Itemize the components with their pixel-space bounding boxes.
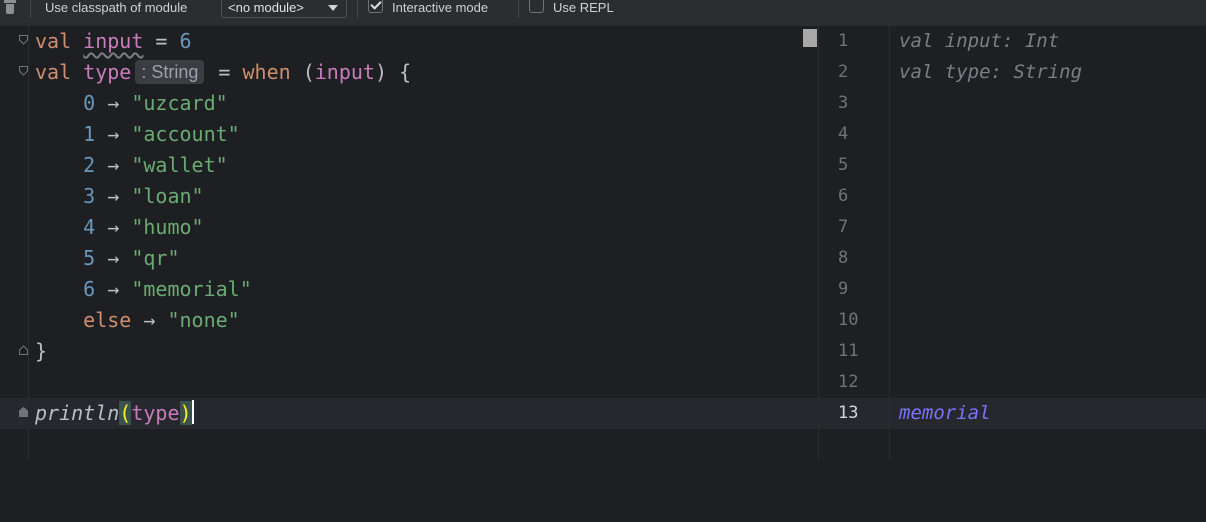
code-editor[interactable]: val input = 6 val type: String = when (i… [0,26,818,460]
classpath-label: Use classpath of module [45,0,188,15]
function-name: println [35,401,120,425]
fold-marker-icon[interactable] [19,66,28,76]
toolbar-separator [518,0,519,18]
code-line-7[interactable]: 4 → "humo" [0,212,818,243]
result-line-2: val type: String [899,61,1083,83]
bookmark-marker-icon[interactable] [19,407,28,417]
arrow: → [95,277,132,301]
fold-marker-icon[interactable] [19,345,28,355]
string-literal: "humo" [131,215,204,239]
line-number: 10 [838,310,859,330]
case-key: 5 [83,246,96,270]
variable-name: input [83,29,144,53]
module-select-value: <no module> [228,0,304,15]
paren: ) { [374,60,412,84]
line-number: 6 [838,186,849,206]
line-number: 12 [838,372,859,392]
string-literal: "qr" [131,246,180,270]
code-line-12[interactable] [0,367,818,398]
arrow: → [131,308,168,332]
operator: = [143,29,180,53]
text-caret [191,400,194,424]
closing-brace: } [35,339,48,363]
line-number: 3 [838,93,849,113]
paren: ( [119,401,132,425]
toolbar-separator [30,0,31,18]
line-number: 8 [838,248,849,268]
interactive-mode-checkbox[interactable] [368,0,383,13]
line-number: 5 [838,155,849,175]
variable-name: type [83,60,132,84]
use-repl-label[interactable]: Use REPL [553,0,614,20]
string-literal: "none" [167,308,240,332]
case-key: 4 [83,215,96,239]
paren: ) [179,401,192,425]
keyword: val [35,60,72,84]
string-literal: "memorial" [131,277,252,301]
string-literal: "uzcard" [131,91,228,115]
arrow: → [95,122,132,146]
operator: = [206,60,243,84]
string-literal: "wallet" [131,153,228,177]
trash-icon[interactable] [4,0,16,14]
arrow: → [95,153,132,177]
line-number: 4 [838,124,849,144]
arrow: → [95,215,132,239]
result-line-1: val input: Int [899,30,1060,52]
code-line-1[interactable]: val input = 6 [0,26,818,57]
result-line-13: memorial [890,398,1206,429]
arrow: → [95,246,132,270]
code-line-8[interactable]: 5 → "qr" [0,243,818,274]
case-key: 2 [83,153,96,177]
code-line-3[interactable]: 0 → "uzcard" [0,88,818,119]
code-line-5[interactable]: 2 → "wallet" [0,150,818,181]
string-literal: "loan" [131,184,204,208]
fold-marker-icon[interactable] [19,35,28,45]
chevron-down-icon [328,5,338,11]
number-literal: 6 [179,29,192,53]
code-line-13[interactable]: println(type) [0,398,818,429]
keyword: when [242,60,291,84]
line-number: 2 [838,62,849,82]
results-line-numbers: 1 2 3 4 5 6 7 8 9 10 11 12 13 [819,26,889,460]
variable-ref: type [131,401,180,425]
arrow: → [95,184,132,208]
line-number: 11 [838,341,859,361]
case-key: 3 [83,184,96,208]
arrow: → [95,91,132,115]
interactive-mode-label[interactable]: Interactive mode [392,0,488,20]
case-key: 0 [83,91,96,115]
keyword: val [35,29,72,53]
variable-ref: input [314,60,375,84]
code-line-4[interactable]: 1 → "account" [0,119,818,150]
type-inlay-hint: : String [135,60,205,84]
module-select[interactable]: <no module> [221,0,347,18]
code-line-9[interactable]: 6 → "memorial" [0,274,818,305]
code-line-2[interactable]: val type: String = when (input) { [0,57,818,88]
paren: ( [290,60,315,84]
line-number: 1 [838,31,849,51]
line-number: 7 [838,217,849,237]
toolbar-separator [357,0,358,18]
string-literal: "account" [131,122,240,146]
code-line-11[interactable]: } [0,336,818,367]
toolbar: Use classpath of module <no module> Inte… [0,0,1206,27]
case-key: 1 [83,122,96,146]
results-panel: val input: Int val type: String memorial [890,26,1206,460]
code-line-6[interactable]: 3 → "loan" [0,181,818,212]
case-key: 6 [83,277,96,301]
use-repl-checkbox[interactable] [529,0,544,13]
code-line-10[interactable]: else → "none" [0,305,818,336]
line-number: 13 [819,398,889,429]
keyword: else [83,308,132,332]
line-number: 9 [838,279,849,299]
